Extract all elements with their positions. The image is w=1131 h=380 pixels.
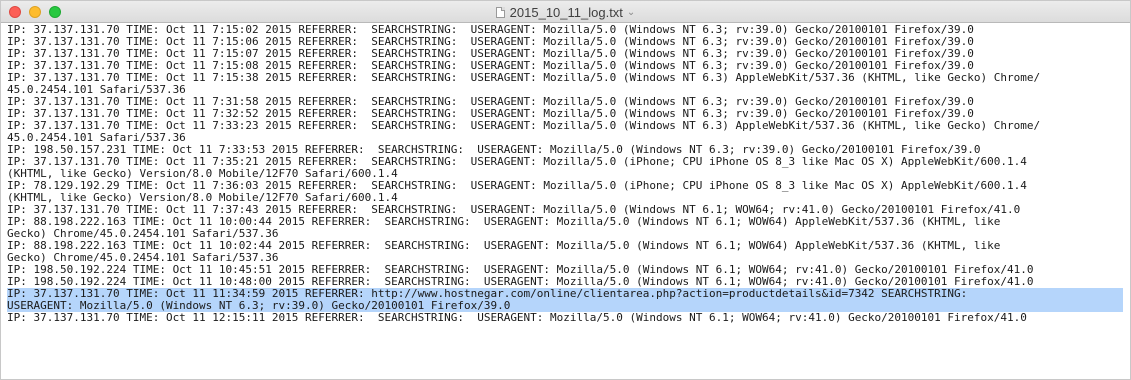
text-editor-window: 2015_10_11_log.txt ⌄ IP: 37.137.131.70 T… [0, 0, 1131, 380]
chevron-down-icon[interactable]: ⌄ [627, 7, 635, 18]
window-title: 2015_10_11_log.txt [509, 4, 623, 20]
text-content-area[interactable]: IP: 37.137.131.70 TIME: Oct 11 7:15:02 2… [7, 24, 1129, 379]
log-line: IP: 37.137.131.70 TIME: Oct 11 12:15:11 … [7, 311, 1027, 324]
document-icon [495, 6, 505, 18]
title-bar[interactable]: 2015_10_11_log.txt ⌄ [1, 1, 1130, 23]
window-title-area[interactable]: 2015_10_11_log.txt ⌄ [1, 1, 1130, 23]
